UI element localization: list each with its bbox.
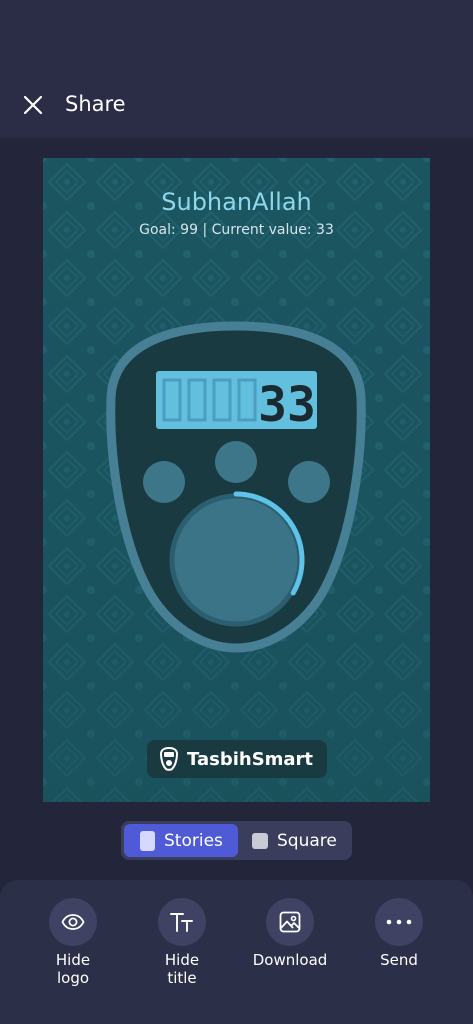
text-icon [170,913,193,932]
brand-logo-badge: TasbihSmart [147,740,327,778]
top-bar: Share [0,0,473,138]
send-button[interactable]: Send [349,898,449,969]
action-label: Hide title [164,951,200,987]
brand-name: TasbihSmart [187,748,314,770]
tasbih-logo-icon [159,747,179,771]
hide-logo-button[interactable]: Hide logo [23,898,123,987]
action-label: Send [380,951,418,969]
action-icon-container [266,898,314,946]
counter-digits: 33 [258,377,316,433]
lcd-display: 33 [156,371,317,433]
format-toggle: Stories Square [121,821,352,860]
action-label: Hide logo [55,951,91,987]
more-dots-icon [386,919,412,925]
action-icon-container [49,898,97,946]
close-button[interactable] [18,90,48,120]
reset-button [215,441,257,483]
tasbih-counter: 33 [106,321,366,653]
download-button[interactable]: Download [240,898,340,969]
format-option-label: Stories [164,830,223,851]
action-icon-container [375,898,423,946]
page-title: Share [65,92,126,116]
format-option-stories[interactable]: Stories [124,824,238,857]
format-option-label: Square [277,830,337,851]
close-icon [23,95,43,115]
stories-format-icon [140,830,155,851]
hide-title-button[interactable]: Hide title [132,898,232,987]
eye-icon [61,914,85,930]
square-format-icon [252,832,268,849]
format-option-square[interactable]: Square [238,824,348,857]
count-button [169,493,303,627]
side-button-left [143,461,185,503]
side-button-right [288,461,330,503]
action-icon-container [158,898,206,946]
action-label: Download [252,951,328,969]
image-icon [279,911,301,933]
action-sheet: Hide logo Hide title Download Send [0,880,473,1024]
share-preview-card: SubhanAllah Goal: 99 | Current value: 33… [43,158,430,802]
